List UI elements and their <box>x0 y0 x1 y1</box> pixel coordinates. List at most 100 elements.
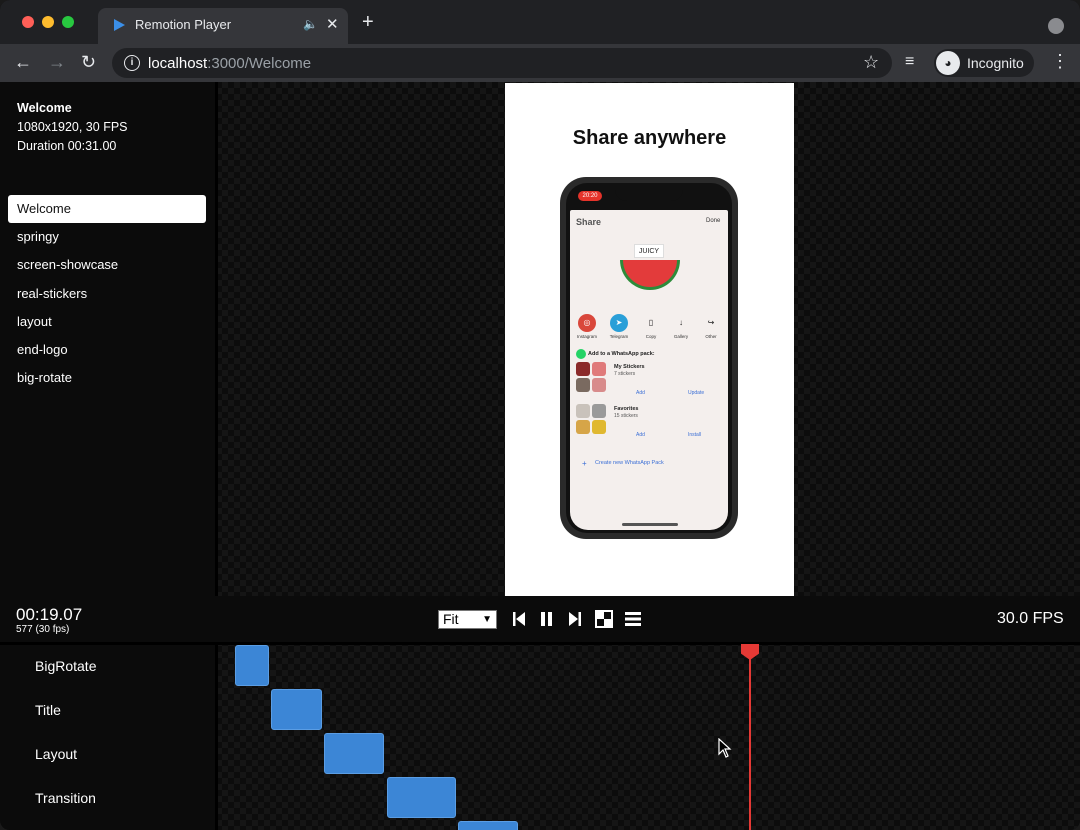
sticker-thumb <box>592 378 606 392</box>
reload-icon[interactable]: ↻ <box>81 52 96 72</box>
mouse-cursor-icon <box>718 738 732 758</box>
browser-toolbar: ← → ↻ i localhost:3000/Welcome ☆ ≡ ◕ Inc… <box>0 44 1080 82</box>
sidebar-divider[interactable] <box>215 82 218 596</box>
share-title: Share <box>576 217 602 227</box>
jump-to-end-icon[interactable] <box>566 609 584 629</box>
current-time: 00:19.07 <box>16 605 83 624</box>
sequence-block-next[interactable] <box>458 821 518 830</box>
share-app-gallery: ↓ Gallery <box>670 314 692 339</box>
share-app-label: Telegram <box>609 334 629 339</box>
share-app-instagram: ◎ Instagram <box>576 314 598 339</box>
sticker-thumb <box>576 420 590 434</box>
composition-item-end-logo[interactable]: end-logo <box>8 336 206 364</box>
close-window-button[interactable] <box>22 16 34 28</box>
home-indicator <box>622 523 678 526</box>
composition-item-real-stickers[interactable]: real-stickers <box>8 280 206 308</box>
done-label: Done <box>706 218 721 224</box>
sequence-block-bigrotate[interactable] <box>235 645 269 686</box>
address-bar[interactable]: i localhost:3000/Welcome ☆ <box>112 48 892 78</box>
watermelon-sticker <box>620 260 680 290</box>
close-tab-icon[interactable]: ✕ <box>326 15 339 33</box>
zoom-select[interactable]: Fit ▼ <box>438 610 497 629</box>
profile-label: Incognito <box>967 55 1024 71</box>
forward-icon[interactable]: → <box>48 52 66 72</box>
gallery-icon: ↓ <box>672 314 690 332</box>
pause-icon[interactable] <box>538 609 556 629</box>
pack-subtitle: 7 stickers <box>614 371 636 377</box>
copy-icon: ▯ <box>642 314 660 332</box>
share-app-other: ↪ Other <box>700 314 722 339</box>
share-sheet: Share Done JUICY ◎ Instagram ➤ Telegram ▯ Cop… <box>570 210 728 530</box>
track-label-title: Title <box>35 702 61 718</box>
minimize-window-button[interactable] <box>42 16 54 28</box>
browser-window: Remotion Player 🔈 ✕ + ← → ↻ i localhost:… <box>0 0 1080 830</box>
sequence-block-transition[interactable] <box>387 777 456 818</box>
tab-strip: Remotion Player 🔈 ✕ + <box>0 0 1080 44</box>
back-icon[interactable]: ← <box>14 52 32 72</box>
playhead-line[interactable] <box>749 654 751 830</box>
instagram-icon: ◎ <box>578 314 596 332</box>
chevron-down-icon: ▼ <box>482 614 492 625</box>
plus-icon: + <box>582 459 587 468</box>
site-info-icon[interactable]: i <box>124 55 140 71</box>
composition-duration: Duration 00:31.00 <box>17 139 117 153</box>
composition-item-big-rotate[interactable]: big-rotate <box>8 364 206 392</box>
watermelon-flesh <box>623 260 677 287</box>
composition-item-layout[interactable]: layout <box>8 308 206 336</box>
remotion-player-page: Welcome 1080x1920, 30 FPS Duration 00:31… <box>0 82 1080 830</box>
pack-title: Favorites <box>614 406 639 412</box>
browser-menu-icon[interactable]: ⋮ <box>1051 51 1069 71</box>
sequence-block-layout[interactable] <box>324 733 384 774</box>
share-app-label: Instagram <box>576 334 597 339</box>
phone-bezel: 20:20 Share Done JUICY ◎ Instagram ➤ Telegr… <box>566 183 732 533</box>
track-label-transition: Transition <box>35 790 96 806</box>
track-label-layout: Layout <box>35 746 78 762</box>
timeline-toggle-icon[interactable] <box>624 609 642 629</box>
pack-title: My Stickers <box>614 364 645 370</box>
sticker-thumb <box>592 420 606 434</box>
timeline-label-divider[interactable] <box>215 645 218 830</box>
new-tab-button[interactable]: + <box>362 12 374 32</box>
share-app-label: Copy <box>645 334 657 339</box>
maximize-window-button[interactable] <box>62 16 74 28</box>
speaker-icon[interactable]: 🔈 <box>303 17 318 31</box>
phone-notch <box>615 183 683 201</box>
phone-mockup: 20:20 Share Done JUICY ◎ Instagram ➤ Telegr… <box>560 177 738 539</box>
create-pack-label: Create new WhatsApp Pack <box>595 460 664 466</box>
url-text: localhost:3000/Welcome <box>148 55 312 72</box>
composition-resolution: 1080x1920, 30 FPS <box>17 120 128 134</box>
incognito-profile-button[interactable]: ◕ Incognito <box>934 49 1034 77</box>
jump-to-start-icon[interactable] <box>510 609 528 629</box>
sticker-thumb <box>592 362 606 376</box>
tab-remotion-player[interactable]: Remotion Player 🔈 ✕ <box>98 8 348 44</box>
checkerboard-toggle-icon[interactable] <box>595 609 613 629</box>
pack-action-link: Install <box>688 432 702 438</box>
pack-subtitle: 15 stickers <box>614 413 638 419</box>
composition-item-welcome[interactable]: Welcome <box>8 195 206 224</box>
incognito-icon: ◕ <box>936 51 960 75</box>
status-time: 20:20 <box>578 191 602 201</box>
composition-item-springy[interactable]: springy <box>8 223 206 251</box>
pack-add-link: Add <box>636 432 645 438</box>
tab-search-icon[interactable] <box>1048 18 1064 34</box>
remotion-logo-icon <box>114 19 125 31</box>
telegram-icon: ➤ <box>610 314 628 332</box>
bookmark-star-icon[interactable]: ☆ <box>863 52 879 73</box>
track-label-bigrotate: BigRotate <box>35 658 97 674</box>
playhead-handle[interactable] <box>741 644 759 660</box>
sequence-block-title[interactable] <box>271 689 322 730</box>
video-preview-canvas: Share anywhere 20:20 Share Done JUICY ◎ I… <box>505 83 794 596</box>
composition-sidebar: Welcome 1080x1920, 30 FPS Duration 00:31… <box>0 82 215 596</box>
share-app-telegram: ➤ Telegram <box>608 314 630 339</box>
whatsapp-icon <box>576 349 586 359</box>
preview-headline: Share anywhere <box>572 127 727 149</box>
fps-readout: 30.0 FPS <box>997 610 1064 627</box>
sticker-thumb <box>592 404 606 418</box>
reading-list-icon[interactable]: ≡ <box>905 53 914 71</box>
tab-title: Remotion Player <box>135 17 232 32</box>
sticker-thumb <box>576 378 590 392</box>
sticker-thumb <box>576 362 590 376</box>
sticker-thumb <box>576 404 590 418</box>
composition-item-screen-showcase[interactable]: screen-showcase <box>8 251 206 279</box>
composition-list: Welcome springy screen-showcase real-sticke… <box>8 195 206 392</box>
